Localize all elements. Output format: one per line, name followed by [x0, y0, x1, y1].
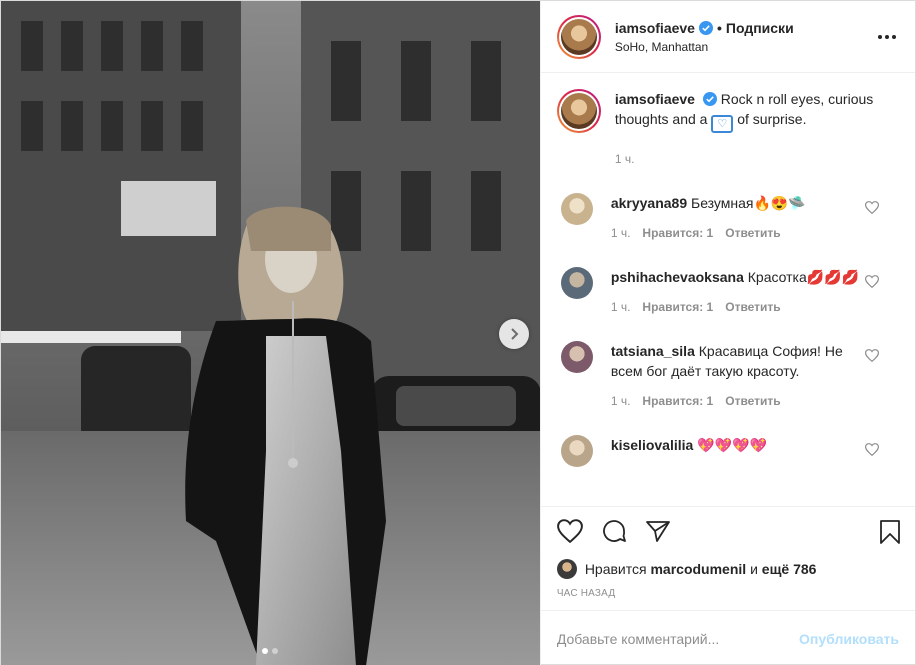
likes-count-link[interactable]: ещё 786 [762, 561, 817, 577]
comment-time[interactable]: 1 ч. [611, 391, 631, 411]
separator-bullet: • [716, 19, 722, 36]
liker-username[interactable]: marcodumenil [650, 561, 746, 577]
comment-item: akryyana89 Безумная🔥😍🛸 1 ч. Нравится: 1 … [557, 193, 899, 243]
save-button[interactable] [879, 519, 901, 548]
comment-input[interactable] [556, 630, 800, 647]
more-options-button[interactable] [875, 27, 899, 47]
heart-box-emoji-icon: ♡ [711, 115, 734, 133]
comment-bubble-icon [602, 519, 626, 542]
instagram-post: iamsofiaeve • Подписки SoHo, Manhattan i… [0, 0, 916, 665]
comment-button[interactable] [601, 518, 627, 544]
heart-icon [556, 518, 583, 543]
post-header: iamsofiaeve • Подписки SoHo, Manhattan [540, 1, 915, 73]
chevron-right-icon [511, 328, 519, 340]
likes-middle: и [750, 561, 758, 577]
comments-list[interactable]: iamsofiaeve Rock n roll eyes, curious th… [541, 73, 915, 506]
post-caption: iamsofiaeve Rock n roll eyes, curious th… [556, 89, 899, 169]
post-actions-bar [540, 506, 915, 554]
follow-status-button[interactable]: Подписки [726, 20, 794, 36]
carousel-indicator [1, 648, 540, 654]
comment-avatar[interactable] [560, 267, 593, 299]
verified-badge-icon [698, 20, 713, 35]
comment-item: kiseliovalilia 💖💖💖💖 [557, 435, 899, 467]
caption-text-end: of surprise. [737, 111, 807, 127]
likes-summary: Нравится marcodumenil и ещё 786 [541, 554, 915, 584]
comment-like-heart-icon[interactable] [864, 275, 880, 291]
add-comment-form: Опубликовать [540, 610, 915, 665]
publish-button[interactable]: Опубликовать [799, 631, 899, 647]
comment-username[interactable]: pshihachevaoksana [611, 269, 744, 285]
comment-text: 💖💖💖💖 [697, 437, 767, 453]
liker-avatar[interactable] [556, 559, 577, 579]
next-image-button[interactable] [499, 319, 529, 349]
like-button[interactable] [556, 518, 583, 543]
comment-username[interactable]: tatsiana_sila [611, 343, 695, 359]
post-photo[interactable] [1, 1, 540, 665]
comment-likes[interactable]: Нравится: 1 [642, 391, 713, 411]
comment-item: tatsiana_sila Красавица София! Не всем б… [557, 341, 899, 411]
comment-username[interactable]: akryyana89 [611, 195, 687, 211]
comment-like-heart-icon[interactable] [864, 443, 880, 459]
comment-like-heart-icon[interactable] [864, 201, 880, 217]
comment-time[interactable]: 1 ч. [611, 297, 631, 317]
paper-plane-icon [645, 520, 670, 542]
carousel-dot-1 [262, 648, 269, 654]
comment-like-heart-icon[interactable] [864, 349, 880, 365]
post-side-panel: iamsofiaeve • Подписки SoHo, Manhattan i… [539, 1, 915, 665]
comment-time[interactable]: 1 ч. [611, 223, 631, 243]
carousel-dot-2 [272, 648, 279, 654]
caption-username[interactable]: iamsofiaeve [615, 91, 695, 107]
author-username[interactable]: iamsofiaeve [615, 20, 695, 36]
verified-badge-icon [702, 92, 717, 106]
caption-author-avatar[interactable] [556, 89, 601, 133]
comment-likes[interactable]: Нравится: 1 [642, 223, 713, 243]
comment-avatar[interactable] [560, 435, 593, 467]
comment-avatar[interactable] [560, 193, 593, 225]
comment-text: Безумная🔥😍🛸 [691, 195, 806, 211]
comment-item: pshihachevaoksana Красотка💋💋💋 1 ч. Нрави… [557, 267, 899, 317]
author-avatar[interactable] [556, 14, 601, 59]
post-timestamp[interactable]: ЧАС НАЗАД [541, 584, 915, 610]
likes-prefix: Нравится [584, 561, 647, 577]
bookmark-icon [880, 520, 900, 544]
share-button[interactable] [645, 519, 671, 543]
comment-likes[interactable]: Нравится: 1 [642, 297, 713, 317]
comment-username[interactable]: kiseliovalilia [611, 437, 694, 453]
post-location[interactable]: SoHo, Manhattan [615, 40, 794, 54]
photo-scene [1, 1, 540, 665]
reply-button[interactable]: Ответить [725, 297, 780, 317]
reply-button[interactable]: Ответить [725, 223, 780, 243]
more-dots-icon [878, 35, 896, 39]
caption-time[interactable]: 1 ч. [615, 149, 899, 169]
comment-avatar[interactable] [560, 341, 593, 373]
comment-text: Красотка💋💋💋 [747, 269, 860, 285]
author-avatar-image [560, 18, 597, 55]
reply-button[interactable]: Ответить [725, 391, 780, 411]
